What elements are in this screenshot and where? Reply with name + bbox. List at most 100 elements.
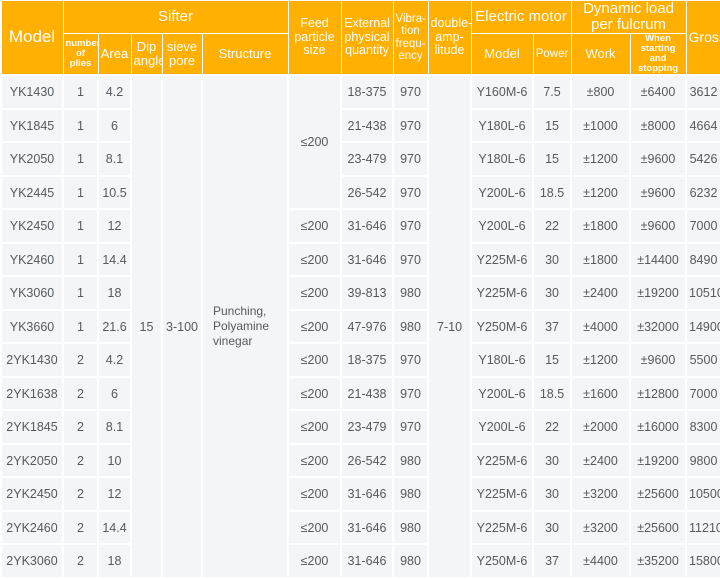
cell-vibration-frequency: 980: [392, 275, 430, 311]
cell-vibration-frequency: 970: [392, 409, 430, 445]
cell-motor-model: Y225M-6: [470, 476, 535, 512]
cell-gross: 5426: [685, 141, 720, 177]
cell-number-of-plies: 2: [62, 509, 99, 546]
cell-area: 18: [97, 543, 132, 579]
cell-feed-particle-size: ≤200: [287, 74, 343, 211]
vibration-line-3: frequ-: [395, 37, 426, 50]
header-work: Work: [570, 33, 631, 76]
cell-external-physical-quantity: 21-438: [340, 375, 395, 412]
cell-when-starting-stopping: ±9600: [629, 141, 688, 177]
cell-gross: 3612: [685, 74, 720, 110]
sieve-pore-line-1: sieve: [166, 39, 198, 55]
cell-motor-model: Y180L-6: [470, 141, 535, 177]
cell-motor-model: Y225M-6: [470, 509, 535, 546]
table-row: YK3660 1 21.6 ≤200 47-976 980 Y250M-6 37 ±4000 ±3…: [0, 308, 720, 345]
cell-when-starting-stopping: ±19200: [629, 442, 688, 479]
cell-motor-power: 30: [532, 509, 573, 546]
cell-motor-power: 22: [532, 409, 573, 445]
feed-line-3: size: [303, 43, 326, 58]
cell-number-of-plies: 2: [62, 543, 99, 579]
cell-motor-model: Y180L-6: [470, 107, 535, 144]
cell-when-starting-stopping: ±9600: [629, 342, 688, 378]
cell-feed-particle-size: ≤200: [287, 476, 343, 512]
cell-gross: 10500: [685, 476, 720, 512]
vibration-line-1: Vibra-: [395, 12, 426, 25]
header-area: Area: [97, 33, 132, 76]
cell-gross: 7000: [685, 375, 720, 412]
cell-gross: 14900: [685, 308, 720, 345]
table-row: YK2450 1 12 ≤200 31-646 970 Y200L-6 22 ±1800 ±960…: [0, 208, 720, 244]
cell-dip-angle: 15: [130, 74, 163, 579]
cell-gross: 8300: [685, 409, 720, 445]
cell-work: ±1600: [570, 375, 632, 412]
cell-vibration-frequency: 970: [392, 342, 430, 378]
cell-vibration-frequency: 980: [392, 442, 430, 479]
header-number-of-plies: number of plies: [62, 33, 99, 76]
cell-model: 2YK1845: [0, 409, 64, 445]
cell-external-physical-quantity: 26-542: [340, 174, 395, 211]
cell-external-physical-quantity: 31-646: [340, 543, 395, 579]
table-row: 2YK1845 2 8.1 ≤200 23-479 970 Y200L-6 22 ±2000 ±1…: [0, 409, 720, 445]
cell-area: 6: [97, 375, 132, 412]
cell-feed-particle-size: ≤200: [287, 543, 343, 579]
header-structure: Structure: [201, 33, 289, 76]
cell-motor-model: Y200L-6: [470, 208, 535, 244]
cell-model: 2YK2050: [0, 442, 64, 479]
cell-vibration-frequency: 970: [392, 375, 430, 412]
cell-motor-model: Y250M-6: [470, 308, 535, 345]
cell-motor-model: Y225M-6: [470, 442, 535, 479]
dynamic-load-line-1: Dynamic load: [583, 0, 674, 17]
cell-model: 2YK3060: [0, 543, 64, 579]
cell-model: 2YK2460: [0, 509, 64, 546]
cell-external-physical-quantity: 31-646: [340, 241, 395, 278]
cell-motor-model: Y200L-6: [470, 375, 535, 412]
cell-sieve-pore: 3-100: [161, 74, 203, 579]
cell-number-of-plies: 1: [62, 141, 99, 177]
cell-model: YK1430: [0, 74, 64, 110]
cell-area: 21.6: [97, 308, 132, 345]
cell-motor-power: 37: [532, 543, 573, 579]
cell-work: ±4400: [570, 543, 632, 579]
cell-area: 14.4: [97, 509, 132, 546]
cell-model: YK3060: [0, 275, 64, 311]
table-row: YK3060 1 18 ≤200 39-813 980 Y225M-6 30 ±2400 ±192…: [0, 275, 720, 311]
cell-model: YK3660: [0, 308, 64, 345]
cell-gross: 8490: [685, 241, 720, 278]
cell-area: 8.1: [97, 409, 132, 445]
cell-number-of-plies: 2: [62, 375, 99, 412]
cell-feed-particle-size: ≤200: [287, 409, 343, 445]
cell-motor-power: 30: [532, 275, 573, 311]
cell-work: ±800: [570, 74, 632, 110]
cell-gross: 5500: [685, 342, 720, 378]
cell-area: 8.1: [97, 141, 132, 177]
cell-number-of-plies: 1: [62, 107, 99, 144]
cell-number-of-plies: 1: [62, 74, 99, 110]
cell-work: ±3200: [570, 509, 632, 546]
cell-when-starting-stopping: ±25600: [629, 509, 688, 546]
header-row-tier1: Model Sifter Feed particle size External…: [0, 0, 720, 76]
cell-number-of-plies: 1: [62, 308, 99, 345]
cell-vibration-frequency: 970: [392, 174, 430, 211]
cell-model: YK2445: [0, 174, 64, 211]
cell-double-amplitude: 7-10: [427, 74, 473, 579]
cell-feed-particle-size: ≤200: [287, 241, 343, 278]
external-line-3: quantity: [345, 43, 389, 58]
cell-vibration-frequency: 980: [392, 543, 430, 579]
cell-work: ±2400: [570, 275, 632, 311]
cell-area: 10.5: [97, 174, 132, 211]
starting-line-2: starting and: [640, 43, 676, 65]
header-electric-motor-group: Electric motor: [470, 0, 572, 35]
cell-motor-power: 30: [532, 476, 573, 512]
amplitude-line-3: litude: [434, 43, 465, 58]
cell-motor-power: 30: [532, 442, 573, 479]
header-motor-model: Model: [470, 33, 534, 76]
cell-model: YK2450: [0, 208, 64, 244]
cell-motor-power: 18.5: [532, 174, 573, 211]
cell-feed-particle-size: ≤200: [287, 442, 343, 479]
cell-vibration-frequency: 970: [392, 74, 430, 110]
table-row: 2YK2050 2 10 ≤200 26-542 980 Y225M-6 30 ±2400 ±19…: [0, 442, 720, 479]
cell-when-starting-stopping: ±19200: [629, 275, 688, 311]
cell-feed-particle-size: ≤200: [287, 308, 343, 345]
header-dip-angle: Dip angle: [130, 33, 163, 76]
cell-when-starting-stopping: ±14400: [629, 241, 688, 278]
